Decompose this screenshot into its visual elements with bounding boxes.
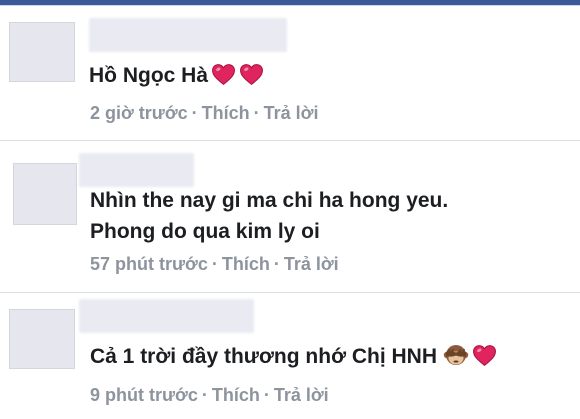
comment-meta: 9 phút trước · Thích · Trả lời [90, 385, 329, 406]
comment-text-line-1: Nhìn the nay gi ma chi ha hong yeu. [90, 189, 449, 212]
divider [0, 292, 580, 293]
author-name-blurred[interactable] [79, 299, 254, 333]
like-button[interactable]: Thích [202, 103, 250, 123]
separator: · [211, 254, 218, 274]
heart-icon [473, 345, 496, 367]
avatar[interactable] [9, 309, 75, 369]
separator: · [191, 103, 198, 123]
avatar[interactable] [13, 163, 77, 225]
heart-icon [240, 64, 263, 86]
separator: · [201, 385, 208, 405]
timestamp[interactable]: 57 phút trước [90, 254, 208, 274]
comment-text: Cả 1 trời đầy thương nhớ Chị HNH [90, 341, 497, 372]
reply-button[interactable]: Trả lời [284, 254, 339, 274]
comment-meta: 57 phút trước · Thích · Trả lời [90, 254, 339, 275]
like-button[interactable]: Thích [222, 254, 270, 274]
comment-meta: 2 giờ trước · Thích · Trả lời [90, 103, 318, 124]
author-name-blurred[interactable] [89, 18, 287, 52]
author-name-blurred[interactable] [79, 153, 194, 187]
heart-icon [212, 64, 235, 86]
separator: · [253, 103, 260, 123]
divider [0, 140, 580, 141]
timestamp[interactable]: 2 giờ trước [90, 103, 188, 123]
comment-text-content: Cả 1 trời đầy thương nhớ Chị HNH [90, 345, 438, 368]
comment-text-content: Hồ Ngọc Hà [89, 64, 209, 87]
reply-button[interactable]: Trả lời [264, 103, 319, 123]
comment-text: Hồ Ngọc Hà [89, 60, 264, 91]
see-no-evil-monkey-icon [443, 345, 469, 365]
top-divider [0, 5, 580, 6]
reply-button[interactable]: Trả lời [274, 385, 329, 405]
like-button[interactable]: Thích [212, 385, 260, 405]
separator: · [263, 385, 270, 405]
avatar[interactable] [9, 22, 75, 82]
separator: · [273, 254, 280, 274]
timestamp[interactable]: 9 phút trước [90, 385, 198, 405]
comment-text-line-2: Phong do qua kim ly oi [90, 220, 320, 243]
